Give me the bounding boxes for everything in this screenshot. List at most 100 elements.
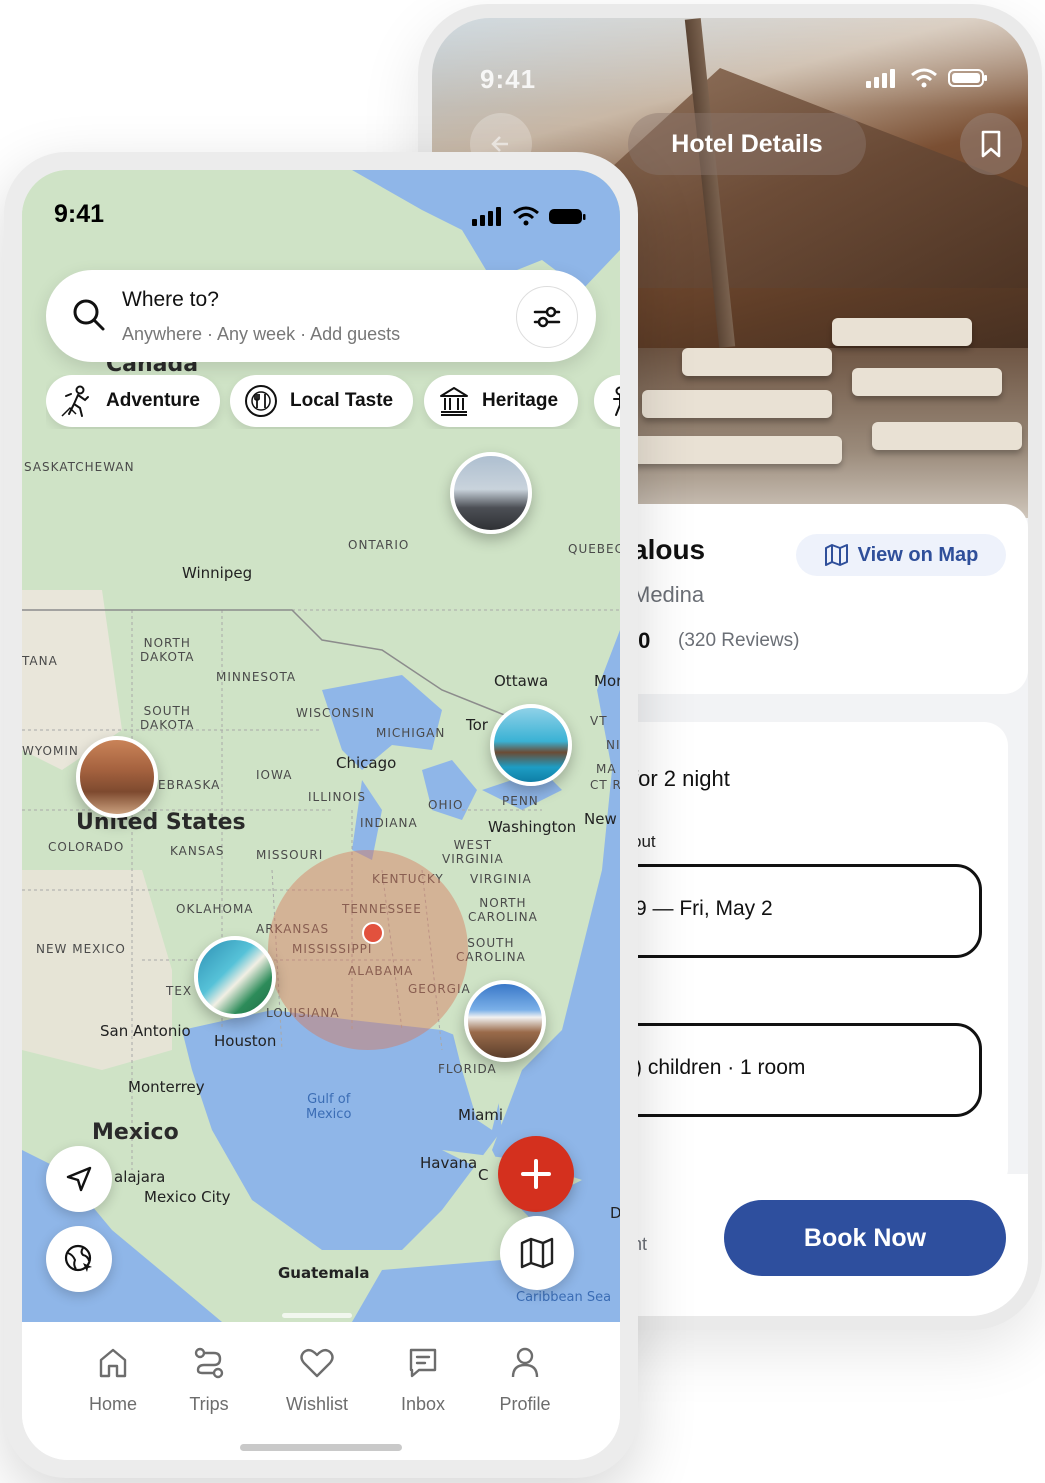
map-label-missouri: MISSOURI bbox=[256, 848, 324, 862]
chip-more[interactable] bbox=[594, 375, 620, 427]
status-time: 9:41 bbox=[54, 200, 105, 228]
map-label-toronto: Tor bbox=[466, 716, 488, 734]
tab-label: Home bbox=[88, 1394, 137, 1414]
map-label-west-virginia: WEST VIRGINIA bbox=[442, 838, 504, 866]
map-screen: Canada SASKATCHEWAN ONTARIO QUEBEC Winni… bbox=[22, 170, 620, 1460]
map-label-mexico-city: Mexico City bbox=[144, 1188, 231, 1206]
status-bar: 9:41 bbox=[54, 200, 586, 234]
locate-me-button[interactable] bbox=[46, 1146, 112, 1212]
lounger bbox=[832, 318, 972, 346]
photo-pin-beach[interactable] bbox=[194, 936, 276, 1018]
booking-title: for 2 night bbox=[632, 766, 730, 791]
map-label-illinois: ILLINOIS bbox=[308, 790, 367, 804]
hotel-name: alous bbox=[632, 534, 706, 565]
lounger bbox=[852, 368, 1002, 396]
map-label-north-carolina: NORTH CAROLINA bbox=[468, 896, 538, 924]
lounger bbox=[872, 422, 1022, 450]
search-bar[interactable]: Where to? Anywhere · Any week · Add gues… bbox=[46, 270, 596, 362]
map-label-indiana: INDIANA bbox=[360, 816, 418, 830]
status-icons bbox=[472, 206, 586, 226]
map-label-saskatchewan: SASKATCHEWAN bbox=[24, 460, 135, 474]
chip-label: Heritage bbox=[482, 390, 559, 411]
map-label-guadalajara: alajara bbox=[114, 1168, 166, 1186]
map-label-havana: Havana bbox=[420, 1154, 478, 1172]
plate-cutlery-icon bbox=[245, 385, 277, 417]
map-label-oklahoma: OKLAHOMA bbox=[176, 902, 254, 916]
map-label-wyoming: WYOMIN bbox=[22, 744, 79, 758]
map-label-houston: Houston bbox=[214, 1032, 277, 1050]
current-location-dot[interactable] bbox=[362, 922, 384, 944]
map-label-florida: FLORIDA bbox=[438, 1062, 497, 1076]
map-label-gulf-of-mexico: Gulf of Mexico bbox=[306, 1092, 352, 1122]
view-on-map-button[interactable]: View on Map bbox=[796, 534, 1006, 576]
map-label-montana: TANA bbox=[22, 654, 58, 668]
search-title: Where to? bbox=[122, 288, 219, 311]
tab-home[interactable]: Home bbox=[68, 1346, 158, 1415]
map-icon bbox=[824, 544, 848, 566]
map-label-miami: Miami bbox=[458, 1106, 504, 1124]
bookmark-icon bbox=[981, 130, 1001, 158]
tab-trips[interactable]: Trips bbox=[164, 1346, 254, 1415]
photo-pin-petra[interactable] bbox=[76, 736, 158, 818]
map-label-ohio: OHIO bbox=[428, 798, 464, 812]
tab-profile[interactable]: Profile bbox=[480, 1346, 570, 1415]
chip-adventure[interactable]: Adventure bbox=[46, 375, 220, 427]
map-label-caribbean-sea: Caribbean Sea bbox=[516, 1290, 612, 1305]
lounger bbox=[682, 348, 832, 376]
photo-pin-mountains[interactable] bbox=[464, 980, 546, 1062]
map-label-kansas: KANSAS bbox=[170, 844, 225, 858]
lounger bbox=[642, 390, 832, 418]
bookmark-button[interactable] bbox=[960, 113, 1022, 175]
tab-label: Wishlist bbox=[286, 1394, 348, 1414]
map-label-ottawa: Ottawa bbox=[494, 672, 549, 690]
tab-wishlist[interactable]: Wishlist bbox=[272, 1346, 362, 1415]
map-phone: Canada SASKATCHEWAN ONTARIO QUEBEC Winni… bbox=[4, 152, 638, 1478]
map-view-button[interactable] bbox=[500, 1216, 574, 1290]
heart-icon bbox=[300, 1348, 334, 1378]
tab-bar: Home Trips Wishlist Inbox Profile bbox=[22, 1322, 620, 1460]
wifi-icon bbox=[513, 206, 539, 226]
signal-icon bbox=[866, 69, 895, 88]
view-on-map-label: View on Map bbox=[857, 543, 979, 566]
map-label-texas: TEX bbox=[166, 984, 193, 998]
map-label-chicago: Chicago bbox=[336, 754, 397, 772]
map-sheet-handle[interactable] bbox=[282, 1313, 352, 1318]
globe-icon bbox=[64, 1244, 92, 1272]
chip-heritage[interactable]: Heritage bbox=[424, 375, 579, 427]
hotel-location: Medina bbox=[632, 582, 705, 607]
photo-pin-landscape[interactable] bbox=[450, 452, 532, 534]
home-icon bbox=[99, 1348, 127, 1378]
dates-value: 9 — Fri, May 2 bbox=[635, 897, 773, 920]
globe-button[interactable] bbox=[46, 1226, 112, 1292]
map-label-ct: CT R bbox=[590, 778, 620, 792]
map-label-nh: NI bbox=[606, 738, 620, 752]
battery-icon bbox=[948, 69, 987, 87]
photo-pin-overwater-bungalows[interactable] bbox=[490, 704, 572, 786]
home-indicator[interactable] bbox=[240, 1444, 402, 1451]
map-label-guatemala: Guatemala bbox=[278, 1264, 370, 1282]
guests-value: ) children · 1 room bbox=[635, 1056, 806, 1079]
map-label-san-antonio: San Antonio bbox=[100, 1022, 191, 1040]
map-label-d: D bbox=[610, 1204, 620, 1222]
map-label-ontario: ONTARIO bbox=[348, 538, 410, 552]
route-icon bbox=[194, 1347, 224, 1379]
lounger bbox=[612, 436, 842, 464]
chip-local-taste[interactable]: Local Taste bbox=[230, 375, 414, 427]
signal-icon bbox=[472, 207, 501, 226]
tab-inbox[interactable]: Inbox bbox=[378, 1346, 468, 1415]
sliders-icon bbox=[533, 306, 561, 328]
category-chips: Adventure Local Taste Heritage bbox=[46, 375, 620, 429]
battery-icon bbox=[549, 209, 586, 224]
map-label-monterrey: Monterrey bbox=[128, 1078, 205, 1096]
map-label-washington: Washington bbox=[488, 818, 577, 836]
map-label-ma: MA bbox=[596, 762, 617, 776]
map-label-winnipeg: Winnipeg bbox=[182, 564, 253, 582]
book-now-button[interactable]: Book Now bbox=[724, 1200, 1006, 1276]
map-label-vt: VT bbox=[590, 714, 608, 728]
map-label-virginia: VIRGINIA bbox=[470, 872, 532, 886]
map-label-iowa: IOWA bbox=[256, 768, 293, 782]
add-button[interactable] bbox=[498, 1136, 574, 1212]
navigation-arrow-icon bbox=[66, 1166, 92, 1192]
chip-label: Local Taste bbox=[290, 390, 394, 411]
filter-button[interactable] bbox=[516, 286, 578, 348]
